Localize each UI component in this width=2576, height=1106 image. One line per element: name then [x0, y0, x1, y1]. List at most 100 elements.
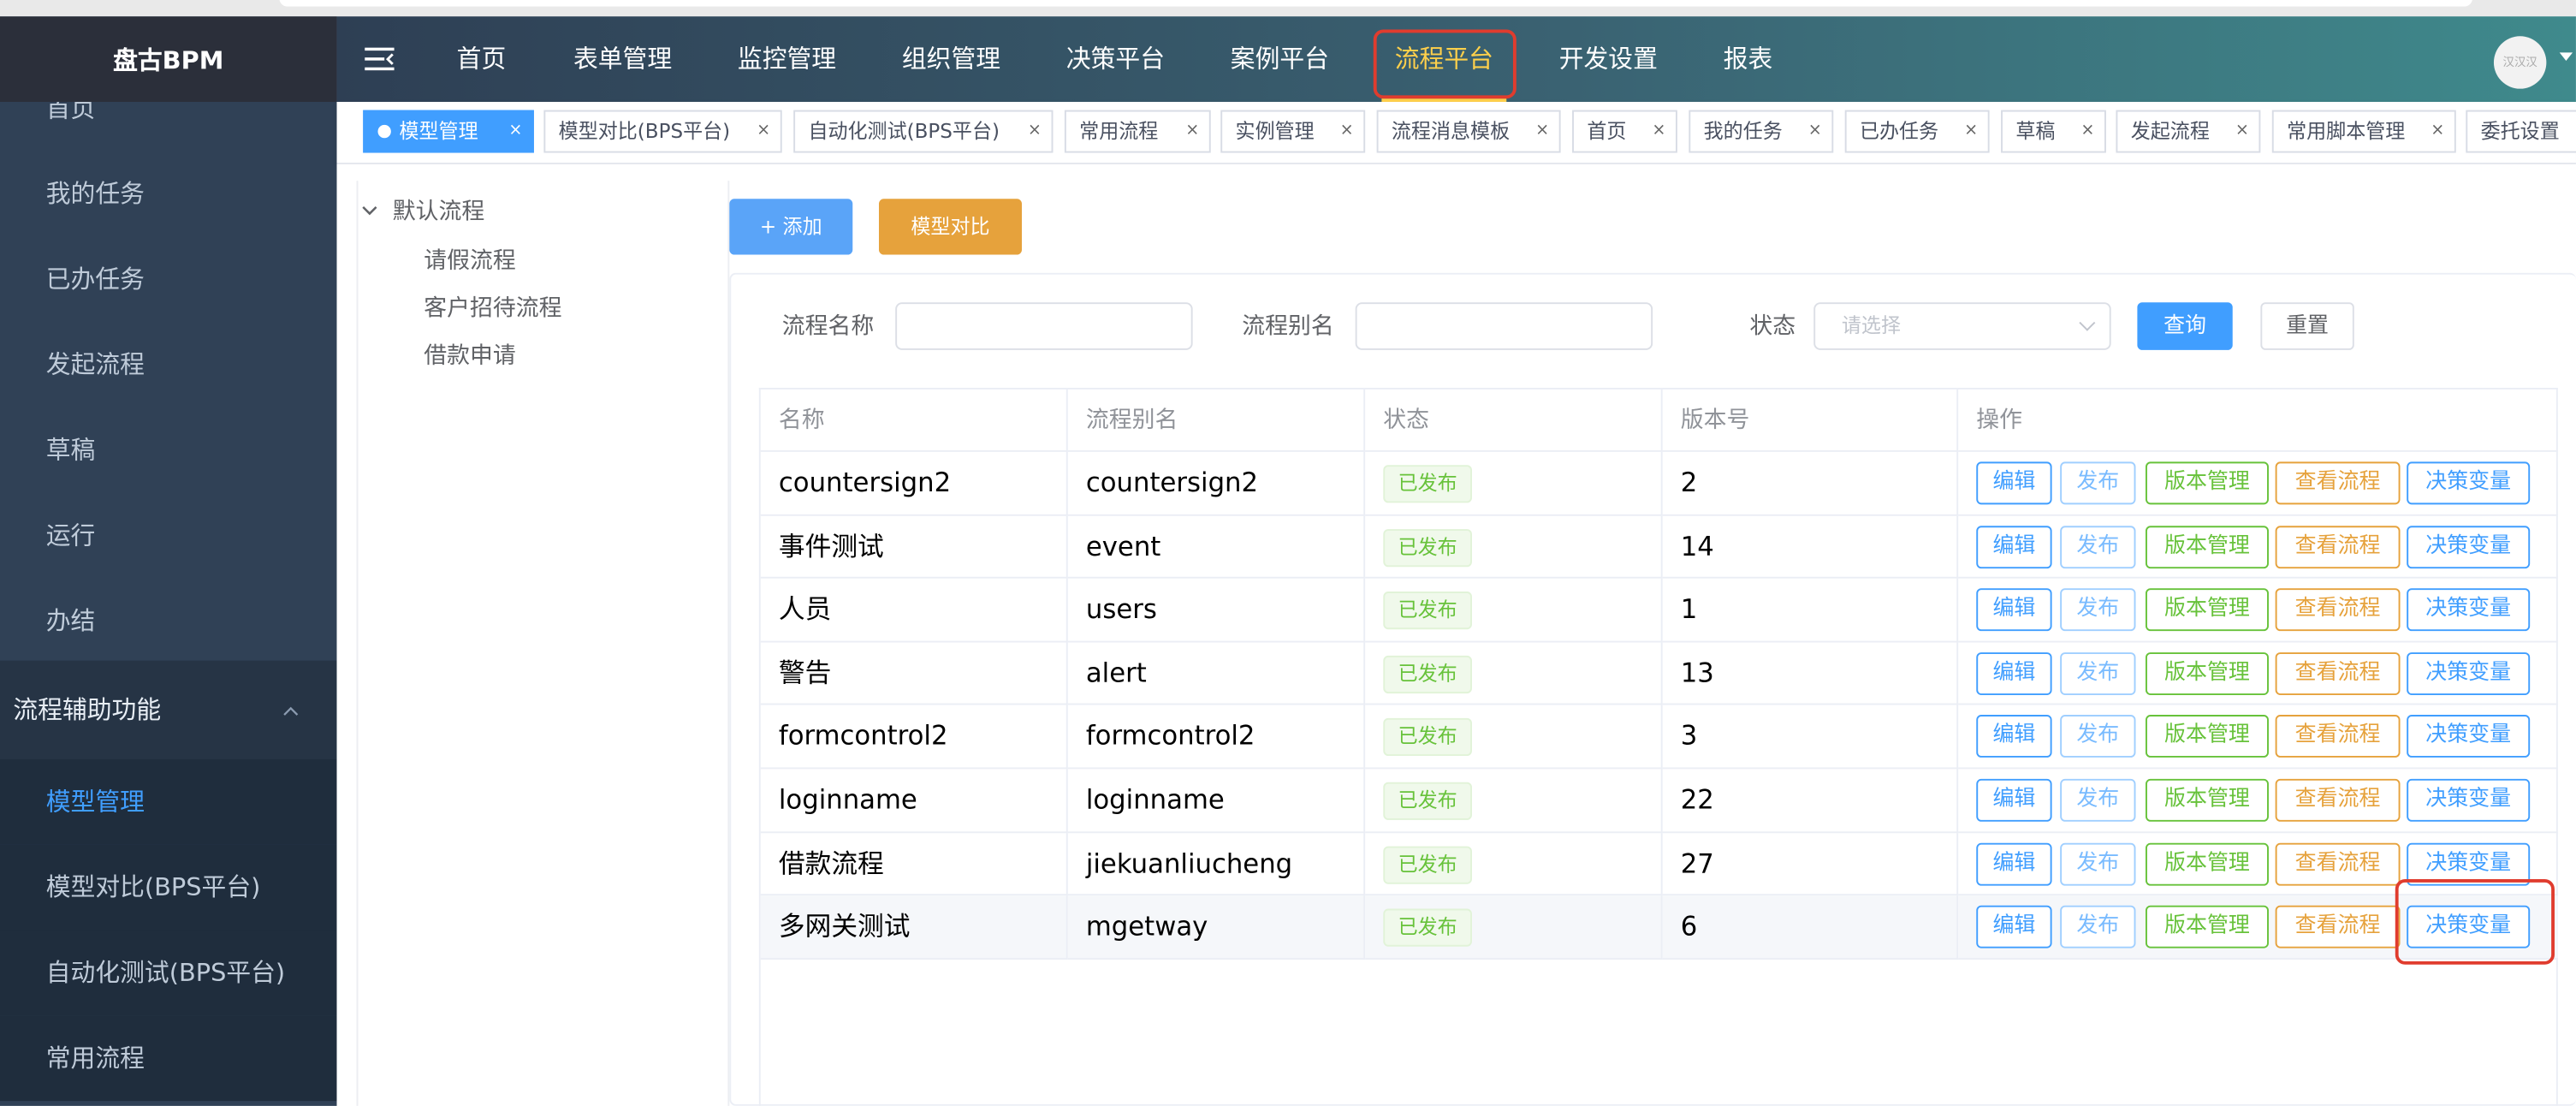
publish-button[interactable]: 发布 — [2060, 715, 2136, 758]
model-compare-button[interactable]: 模型对比 — [878, 199, 1022, 255]
version-management-button[interactable]: 版本管理 — [2145, 778, 2269, 822]
tag-model-compare[interactable]: 模型对比(BPS平台) × — [543, 110, 782, 153]
edit-button[interactable]: 编辑 — [1976, 841, 2052, 885]
close-icon[interactable]: × — [2431, 112, 2444, 152]
view-process-button[interactable]: 查看流程 — [2275, 715, 2401, 758]
query-button[interactable]: 查询 — [2137, 302, 2233, 350]
edit-button[interactable]: 编辑 — [1976, 588, 2052, 632]
decision-variable-button[interactable]: 决策变量 — [2407, 525, 2531, 568]
edit-button[interactable]: 编辑 — [1976, 778, 2052, 822]
decision-variable-button[interactable]: 决策变量 — [2407, 651, 2531, 695]
nav-org-management[interactable]: 组织管理 — [902, 16, 1000, 102]
view-process-button[interactable]: 查看流程 — [2275, 588, 2401, 632]
tag-home[interactable]: 首页 × — [1572, 110, 1677, 153]
tag-auto-test[interactable]: 自动化测试(BPS平台) × — [793, 110, 1054, 153]
status-badge: 已发布 — [1383, 845, 1472, 883]
view-process-button[interactable]: 查看流程 — [2275, 525, 2401, 568]
sidebar-item-done-tasks[interactable]: 已办任务 — [0, 236, 337, 322]
process-alias-input[interactable] — [1355, 302, 1653, 350]
tag-common-process[interactable]: 常用流程 × — [1064, 110, 1211, 153]
view-process-button[interactable]: 查看流程 — [2275, 778, 2401, 822]
tree-node-loan[interactable]: 借款申请 — [424, 338, 515, 371]
decision-variable-button[interactable]: 决策变量 — [2407, 715, 2531, 758]
publish-button[interactable]: 发布 — [2060, 778, 2136, 822]
version-management-button[interactable]: 版本管理 — [2145, 588, 2269, 632]
version-management-button[interactable]: 版本管理 — [2145, 651, 2269, 695]
tag-script-management[interactable]: 常用脚本管理 × — [2271, 110, 2456, 153]
tag-done-tasks[interactable]: 已办任务 × — [1844, 110, 1990, 153]
close-icon[interactable]: × — [508, 112, 522, 152]
publish-button[interactable]: 发布 — [2060, 651, 2136, 695]
caret-down-icon[interactable] — [2559, 52, 2573, 62]
nav-home[interactable]: 首页 — [457, 16, 507, 102]
sidebar-item-start-process[interactable]: 发起流程 — [0, 322, 337, 407]
close-icon[interactable]: × — [1964, 112, 1978, 152]
edit-button[interactable]: 编辑 — [1976, 461, 2052, 505]
edit-button[interactable]: 编辑 — [1976, 715, 2052, 758]
close-icon[interactable]: × — [2080, 112, 2094, 152]
view-process-button[interactable]: 查看流程 — [2275, 651, 2401, 695]
version-management-button[interactable]: 版本管理 — [2145, 841, 2269, 885]
close-icon[interactable]: × — [1808, 112, 1822, 152]
nav-form-management[interactable]: 表单管理 — [573, 16, 672, 102]
nav-dev-settings[interactable]: 开发设置 — [1559, 16, 1658, 102]
view-process-button[interactable]: 查看流程 — [2275, 841, 2401, 885]
sidebar-item-drafts[interactable]: 草稿 — [0, 407, 337, 493]
tag-delegate-settings[interactable]: 委托设置 — [2466, 110, 2576, 153]
publish-button[interactable]: 发布 — [2060, 461, 2136, 505]
view-process-button[interactable]: 查看流程 — [2275, 461, 2401, 505]
edit-button[interactable]: 编辑 — [1976, 525, 2052, 568]
publish-button[interactable]: 发布 — [2060, 841, 2136, 885]
status-select[interactable]: 请选择 — [1813, 302, 2111, 350]
sidebar-item-my-tasks[interactable]: 我的任务 — [0, 152, 337, 237]
tag-instance-management[interactable]: 实例管理 × — [1220, 110, 1366, 153]
sidebar-item-running[interactable]: 运行 — [0, 493, 337, 579]
version-management-button[interactable]: 版本管理 — [2145, 525, 2269, 568]
publish-button[interactable]: 发布 — [2060, 588, 2136, 632]
close-icon[interactable]: × — [1028, 112, 1042, 152]
sidebar-item-model-compare[interactable]: 模型对比(BPS平台) — [0, 844, 337, 931]
decision-variable-button[interactable]: 决策变量 — [2407, 588, 2531, 632]
version-management-button[interactable]: 版本管理 — [2145, 906, 2269, 948]
close-icon[interactable]: × — [757, 112, 770, 152]
view-process-button[interactable]: 查看流程 — [2275, 906, 2401, 948]
publish-button[interactable]: 发布 — [2060, 906, 2136, 948]
publish-button[interactable]: 发布 — [2060, 525, 2136, 568]
add-button[interactable]: + 添加 — [729, 199, 853, 255]
nav-case-platform[interactable]: 案例平台 — [1231, 16, 1329, 102]
tree-node-reception[interactable]: 客户招待流程 — [424, 291, 561, 324]
chevron-down-icon[interactable] — [361, 202, 381, 223]
sidebar-item-common-process[interactable]: 常用流程 — [0, 1015, 337, 1102]
sidebar-group-process-aux[interactable]: 流程辅助功能 — [0, 660, 337, 759]
version-management-button[interactable]: 版本管理 — [2145, 715, 2269, 758]
tag-start-process[interactable]: 发起流程 × — [2116, 110, 2261, 153]
close-icon[interactable]: × — [1535, 112, 1549, 152]
nav-monitor-management[interactable]: 监控管理 — [738, 16, 836, 102]
close-icon[interactable]: × — [1185, 112, 1199, 152]
tag-drafts[interactable]: 草稿 × — [2001, 110, 2106, 153]
process-name-input[interactable] — [895, 302, 1193, 350]
nav-decision-platform[interactable]: 决策平台 — [1066, 16, 1165, 102]
decision-variable-button[interactable]: 决策变量 — [2407, 461, 2531, 505]
decision-variable-button[interactable]: 决策变量 — [2407, 778, 2531, 822]
tree-root-default-process[interactable]: 默认流程 — [361, 194, 484, 227]
close-icon[interactable]: × — [1652, 112, 1665, 152]
reset-button[interactable]: 重置 — [2260, 302, 2354, 350]
tags-view: 模型管理 × 模型对比(BPS平台) × 自动化测试(BPS平台) × 常用流程 × 实… — [336, 102, 2576, 164]
tag-my-tasks[interactable]: 我的任务 × — [1689, 110, 1834, 153]
avatar[interactable]: 汉汉汉 — [2493, 36, 2547, 89]
sidebar-item-model-management[interactable]: 模型管理 — [0, 758, 337, 845]
edit-button[interactable]: 编辑 — [1976, 651, 2052, 695]
sidebar-item-auto-test[interactable]: 自动化测试(BPS平台) — [0, 930, 337, 1016]
version-management-button[interactable]: 版本管理 — [2145, 461, 2269, 505]
tag-message-template[interactable]: 流程消息模板 × — [1376, 110, 1561, 153]
tag-model-management[interactable]: 模型管理 × — [363, 110, 534, 153]
edit-button[interactable]: 编辑 — [1976, 906, 2052, 948]
cell-alias: loginname — [1067, 769, 1366, 833]
close-icon[interactable]: × — [2235, 112, 2249, 152]
sidebar-item-finished[interactable]: 办结 — [0, 579, 337, 664]
close-icon[interactable]: × — [1340, 112, 1354, 152]
tree-node-leave[interactable]: 请假流程 — [424, 243, 515, 276]
nav-reports[interactable]: 报表 — [1724, 16, 1773, 102]
hamburger-icon[interactable] — [365, 46, 395, 73]
